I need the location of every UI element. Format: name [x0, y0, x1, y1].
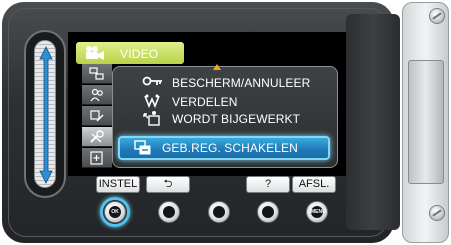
menu-item-label: GEB.REG. SCHAKELEN [162, 141, 298, 155]
menu-item-geb-reg-schakelen[interactable]: GEB.REG. SCHAKELEN [118, 136, 330, 160]
scroll-rail[interactable] [24, 30, 66, 198]
menu-item-bijgewerkt[interactable]: WORDT BIJGEWERKT [140, 110, 330, 128]
menu-button-core: MENU [311, 206, 326, 218]
menu-label: MENU [311, 209, 326, 215]
ok-button[interactable]: OK [104, 201, 126, 223]
softkey-afsl[interactable]: AFSL. [292, 176, 336, 193]
updown-arrow-icon [39, 46, 53, 184]
softkey-back[interactable]: ⮌ [146, 176, 190, 193]
tab-video[interactable]: VIDEO [76, 42, 184, 64]
scroll-rail-track[interactable] [34, 40, 56, 188]
screw-icon [429, 8, 445, 24]
ok-button-core: OK [109, 206, 121, 218]
video-camera-icon [86, 46, 104, 60]
side-tab-playlist[interactable] [82, 64, 112, 84]
button-core [163, 206, 175, 218]
info-icon [90, 151, 103, 165]
people-icon [90, 88, 103, 102]
tools-icon [90, 130, 104, 143]
edit-icon [90, 110, 104, 122]
screw-icon [429, 205, 445, 221]
playlist-icon [89, 67, 104, 80]
softkey-instel-label: INSTEL [98, 178, 138, 190]
hinge-panel [346, 14, 400, 230]
softkey-help[interactable]: ? [246, 176, 290, 193]
ok-label: OK [111, 209, 119, 215]
side-tab-tools[interactable] [82, 127, 112, 147]
menu-item-label: BESCHERM/ANNULEER [172, 76, 311, 90]
switch-icon [134, 140, 151, 155]
side-tab-people[interactable] [82, 85, 112, 105]
menu-item-verdelen[interactable]: VERDELEN [140, 93, 330, 111]
hardware-button-3[interactable] [208, 201, 230, 223]
upload-icon [143, 111, 160, 126]
back-arrow-icon: ⮌ [163, 178, 173, 190]
softkey-afsl-label: AFSL. [298, 178, 330, 190]
scroll-up-indicator-icon [213, 64, 221, 70]
menu-button[interactable]: MENU [306, 201, 328, 223]
softkey-help-label: ? [264, 178, 272, 190]
button-core [262, 206, 274, 218]
button-core [213, 206, 225, 218]
tab-video-label: VIDEO [120, 47, 159, 61]
menu-item-label: VERDELEN [172, 95, 238, 109]
key-icon [142, 76, 162, 86]
menu-item-bescherm[interactable]: BESCHERM/ANNULEER [140, 74, 330, 92]
hardware-button-4[interactable] [257, 201, 279, 223]
softkey-instel[interactable]: INSTEL [96, 176, 140, 193]
side-tab-edit[interactable] [82, 106, 112, 126]
side-tab-info[interactable] [82, 148, 112, 168]
share-icon [144, 94, 160, 109]
menu-item-label: WORDT BIJGEWERKT [172, 112, 301, 126]
hardware-button-2[interactable] [158, 201, 180, 223]
hinge-strip [408, 60, 444, 184]
